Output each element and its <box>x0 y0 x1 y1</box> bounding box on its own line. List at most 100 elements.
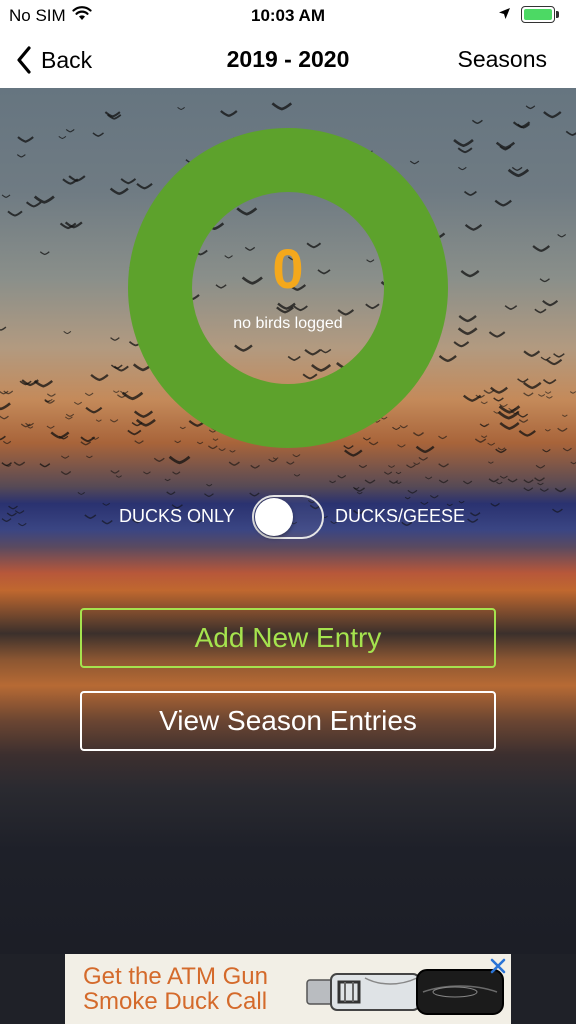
status-bar: No SIM 10:03 AM <box>0 0 576 32</box>
goose-silhouette <box>358 464 368 468</box>
goose-silhouette <box>395 471 402 475</box>
add-new-entry-button[interactable]: Add New Entry <box>80 608 496 668</box>
goose-silhouette <box>532 245 551 252</box>
goose-silhouette <box>460 269 480 278</box>
ad-line-1: Get the ATM Gun <box>83 963 268 990</box>
close-icon[interactable] <box>489 957 507 975</box>
goose-silhouette <box>292 454 301 458</box>
goose-silhouette <box>544 428 551 432</box>
goose-silhouette <box>228 461 240 466</box>
view-season-entries-button[interactable]: View Season Entries <box>80 691 496 751</box>
goose-silhouette <box>518 429 536 437</box>
goose-silhouette <box>496 481 503 485</box>
goose-silhouette <box>63 331 72 335</box>
goose-silhouette <box>507 478 518 483</box>
goose-silhouette <box>84 392 94 397</box>
goose-silhouette <box>542 448 551 453</box>
goose-silhouette <box>64 416 73 420</box>
navigation-bar: Back 2019 - 2020 Seasons <box>0 32 576 88</box>
ad-banner[interactable]: Get the ATM Gun Smoke Duck Call <box>65 954 511 1024</box>
goose-silhouette <box>406 464 416 469</box>
goose-silhouette <box>497 447 506 451</box>
goose-silhouette <box>172 471 181 475</box>
goose-silhouette <box>65 129 75 133</box>
goose-silhouette <box>523 381 542 390</box>
goose-silhouette <box>542 300 559 307</box>
goose-silhouette <box>570 461 576 465</box>
goose-silhouette <box>438 479 449 484</box>
goose-silhouette <box>464 224 483 231</box>
goose-silhouette <box>73 401 83 405</box>
goose-silhouette <box>293 473 301 477</box>
goose-silhouette <box>250 464 260 469</box>
goose-silhouette <box>561 414 568 417</box>
goose-silhouette <box>113 390 120 394</box>
goose-silhouette <box>518 419 529 423</box>
goose-silhouette <box>462 480 473 485</box>
goose-silhouette <box>110 470 120 474</box>
goose-silhouette <box>453 341 470 348</box>
goose-silhouette <box>538 393 546 397</box>
duck-call-image <box>306 969 504 1015</box>
goose-silhouette <box>383 471 393 475</box>
goose-silhouette <box>517 378 529 383</box>
goose-silhouette <box>92 132 104 137</box>
goose-silhouette <box>110 364 123 370</box>
goose-silhouette <box>110 337 120 341</box>
goose-silhouette <box>457 327 478 336</box>
goose-silhouette <box>1 194 11 198</box>
goose-silhouette <box>457 147 473 154</box>
goose-silhouette <box>499 422 520 430</box>
goose-silhouette <box>534 477 545 482</box>
ad-banner-area: Get the ATM Gun Smoke Duck Call <box>0 954 576 1024</box>
goose-silhouette <box>540 356 551 361</box>
goose-silhouette <box>542 378 557 385</box>
goose-silhouette <box>65 413 75 417</box>
goose-silhouette <box>95 419 102 422</box>
goose-silhouette <box>229 449 236 453</box>
goose-silhouette <box>463 190 477 196</box>
chevron-left-icon <box>17 46 31 74</box>
goose-silhouette <box>25 201 42 208</box>
goose-silhouette <box>523 350 541 357</box>
species-toggle-row: DUCKS ONLY DUCKS/GEESE <box>0 490 576 542</box>
back-button[interactable]: Back <box>16 44 92 76</box>
goose-silhouette <box>17 136 34 143</box>
goose-silhouette <box>453 138 474 148</box>
goose-silhouette <box>62 178 79 185</box>
goose-silhouette <box>286 461 295 465</box>
goose-silhouette <box>479 423 490 428</box>
goose-silhouette <box>39 251 50 256</box>
goose-silhouette <box>39 463 51 468</box>
goose-silhouette <box>537 482 544 486</box>
goose-silhouette <box>507 168 530 178</box>
goose-silhouette <box>50 431 70 439</box>
goose-silhouette <box>565 130 576 136</box>
battery-fill <box>524 9 552 20</box>
goose-silhouette <box>487 442 496 446</box>
goose-silhouette <box>60 455 70 459</box>
goose-silhouette <box>33 379 54 388</box>
goose-silhouette <box>220 110 238 117</box>
goose-silhouette <box>85 406 103 414</box>
goose-silhouette <box>0 435 6 441</box>
goose-silhouette <box>364 479 376 484</box>
goose-silhouette <box>268 458 278 463</box>
goose-silhouette <box>543 111 562 119</box>
goose-silhouette <box>499 475 508 479</box>
seasons-button[interactable]: Seasons <box>457 46 547 73</box>
goose-silhouette <box>16 154 26 158</box>
clock: 10:03 AM <box>250 6 325 25</box>
location-arrow-icon <box>499 8 510 19</box>
goose-silhouette <box>60 470 72 476</box>
ducks-geese-switch[interactable] <box>252 495 324 539</box>
goose-silhouette <box>438 463 449 468</box>
goose-silhouette <box>539 278 550 283</box>
goose-silhouette <box>80 441 92 446</box>
goose-silhouette <box>337 474 347 479</box>
goose-silhouette <box>523 479 534 484</box>
background-image: 0 no birds logged DUCKS ONLY DUCKS/GEESE… <box>0 88 576 954</box>
goose-silhouette <box>143 471 151 475</box>
goose-silhouette <box>27 426 34 429</box>
battery-tip <box>556 11 559 18</box>
